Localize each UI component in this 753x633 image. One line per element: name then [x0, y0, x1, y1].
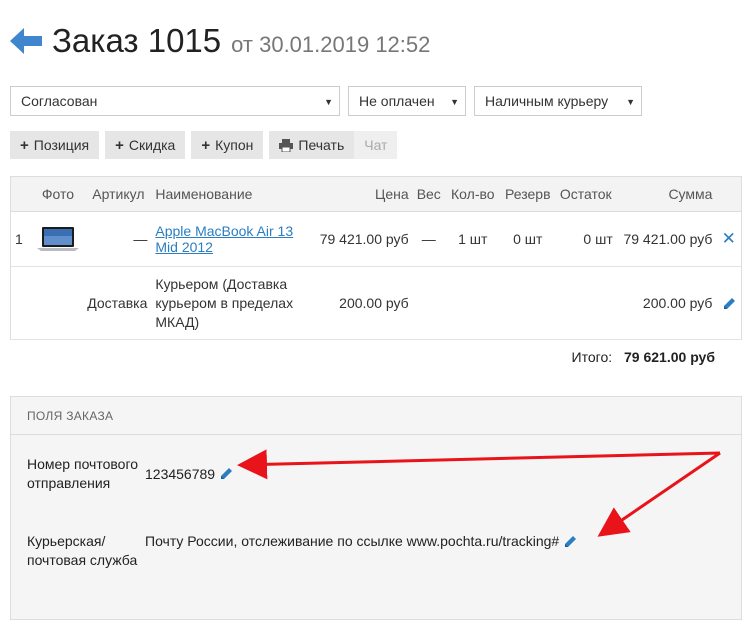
status-select-value: Согласован	[21, 93, 98, 109]
delivery-select-value: Наличным курьеру	[485, 93, 609, 109]
print-label: Печать	[298, 137, 345, 153]
total-value: 79 621.00 руб	[624, 349, 715, 365]
field-value: 123456789	[145, 455, 233, 493]
column-header: Артикул	[85, 176, 152, 212]
chevron-down-icon: ▼	[324, 97, 333, 107]
page-header: Заказ 1015 от 30.01.2019 12:52	[10, 22, 430, 60]
column-header: Вес	[412, 176, 445, 212]
delivery-select[interactable]: Наличным курьеру ▼	[474, 86, 642, 116]
plus-icon: +	[201, 136, 211, 154]
printer-icon	[279, 138, 294, 152]
add-discount-label: Скидка	[128, 137, 176, 153]
sum-cell: 200.00 руб	[616, 266, 717, 340]
price-cell: 200.00 руб	[301, 266, 413, 340]
pencil-icon[interactable]	[563, 535, 577, 549]
add-coupon-label: Купон	[215, 137, 254, 153]
order-selects: Согласован ▼ Не оплачен ▼ Наличным курье…	[10, 86, 650, 116]
payment-select-value: Не оплачен	[359, 93, 435, 109]
table-header-row: Фото Артикул Наименование Цена Вес Кол-в…	[10, 176, 743, 212]
add-position-button[interactable]: + Позиция	[10, 131, 100, 159]
pencil-icon[interactable]	[219, 467, 233, 481]
table-row: 1 — Apple MacBook Air 13 Mid 2012 79 421…	[10, 211, 743, 267]
article-cell: Доставка	[30, 266, 152, 340]
price-cell: 79 421.00 руб	[301, 211, 413, 267]
print-button[interactable]: Печать	[269, 131, 355, 159]
order-fields-panel: ПОЛЯ ЗАКАЗА Номер почтового отправления …	[10, 396, 742, 620]
add-coupon-button[interactable]: + Купон	[191, 131, 264, 159]
add-discount-button[interactable]: + Скидка	[105, 131, 186, 159]
chevron-down-icon: ▼	[626, 97, 635, 107]
order-fields-title: ПОЛЯ ЗАКАЗА	[11, 397, 741, 435]
total-label: Итого:	[571, 349, 613, 365]
plus-icon: +	[115, 136, 124, 154]
chat-button[interactable]: Чат	[354, 131, 398, 159]
quantity-cell: 1 шт	[444, 211, 501, 267]
column-header: Цена	[301, 176, 413, 212]
delivery-name-cell: Курьером (Доставка курьером в пределах М…	[151, 266, 302, 340]
column-header: Остаток	[554, 176, 617, 212]
order-total: Итого: 79 621.00 руб	[572, 349, 715, 365]
order-field-row: Курьерская/ почтовая служба Почту России…	[27, 532, 577, 570]
column-header: Резерв	[500, 176, 555, 212]
table-row: Доставка Курьером (Доставка курьером в п…	[10, 266, 743, 340]
laptop-thumbnail	[36, 227, 79, 251]
stock-cell: 0 шт	[554, 211, 617, 267]
field-label: Курьерская/ почтовая служба	[27, 533, 138, 568]
field-label: Номер почтового отправления	[27, 456, 139, 491]
chevron-down-icon: ▼	[450, 97, 459, 107]
column-header: Сумма	[616, 176, 717, 212]
pencil-icon[interactable]	[722, 297, 736, 311]
product-photo[interactable]	[30, 211, 86, 267]
order-field-row: Номер почтового отправления 123456789	[27, 455, 233, 493]
order-items-table: Фото Артикул Наименование Цена Вес Кол-в…	[10, 176, 743, 340]
sum-cell: 79 421.00 руб	[616, 211, 717, 267]
column-header: Фото	[30, 176, 86, 212]
order-date: от 30.01.2019 12:52	[231, 32, 431, 57]
row-number: 1	[10, 211, 31, 267]
field-value: Почту России, отслеживание по ссылке www…	[145, 532, 577, 551]
plus-icon: +	[20, 136, 29, 154]
column-header: Наименование	[151, 176, 302, 212]
reserve-cell: 0 шт	[500, 211, 555, 267]
order-toolbar: + Позиция + Скидка + Купон Печать Чат	[10, 131, 403, 159]
back-arrow-icon[interactable]	[10, 27, 42, 55]
column-header: Кол-во	[444, 176, 501, 212]
delivery-service-value: Почту России, отслеживание по ссылке www…	[145, 533, 560, 549]
article-cell: —	[85, 211, 152, 267]
tracking-number-value: 123456789	[145, 465, 216, 482]
payment-select[interactable]: Не оплачен ▼	[348, 86, 466, 116]
add-position-label: Позиция	[33, 137, 90, 153]
chat-label: Чат	[364, 137, 388, 153]
weight-cell: —	[412, 211, 445, 267]
product-link[interactable]: Apple MacBook Air 13 Mid 2012	[155, 223, 293, 255]
status-select[interactable]: Согласован ▼	[10, 86, 340, 116]
page-title: Заказ 1015	[52, 22, 222, 59]
delete-icon[interactable]: ✕	[722, 229, 736, 248]
